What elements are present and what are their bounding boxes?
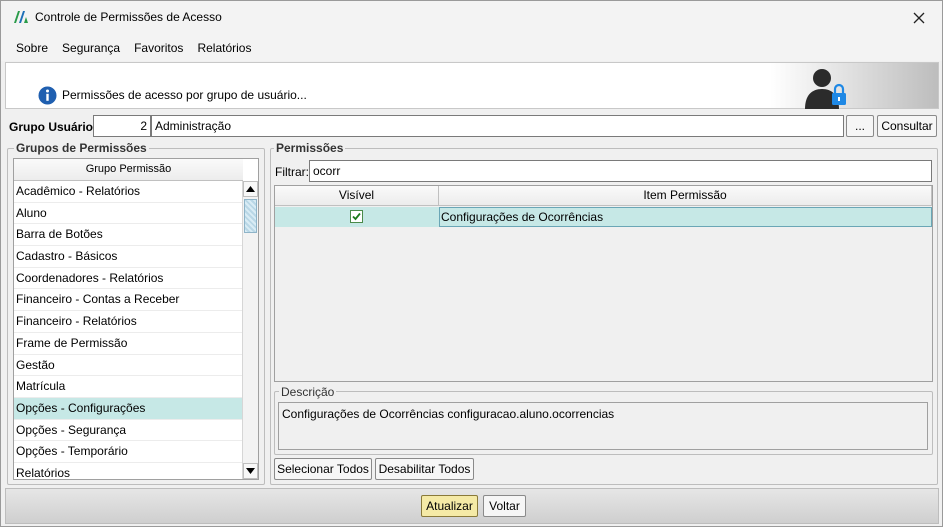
visivel-checkbox[interactable] bbox=[350, 210, 363, 223]
table-row[interactable]: Configurações de Ocorrências bbox=[275, 207, 932, 227]
atualizar-button[interactable]: Atualizar bbox=[421, 495, 478, 517]
list-item[interactable]: Opções - Temporário bbox=[14, 441, 243, 463]
filter-label: Filtrar: bbox=[275, 165, 309, 179]
grupos-legend: Grupos de Permissões bbox=[14, 141, 149, 155]
desabilitar-todos-button[interactable]: Desabilitar Todos bbox=[375, 458, 474, 480]
scroll-down-button[interactable] bbox=[243, 463, 258, 479]
header-banner: Permissões de acesso por grupo de usuári… bbox=[5, 62, 939, 109]
grupo-usuario-label: Grupo Usuário: bbox=[9, 120, 98, 134]
list-item[interactable]: Barra de Botões bbox=[14, 224, 243, 247]
column-header-item-permissao[interactable]: Item Permissão bbox=[439, 186, 932, 206]
selecionar-todos-button[interactable]: Selecionar Todos bbox=[274, 458, 372, 480]
filter-input[interactable]: ocorr bbox=[309, 160, 932, 182]
arrow-down-icon bbox=[246, 468, 255, 474]
list-item[interactable]: Opções - Configurações bbox=[14, 397, 243, 420]
item-permissao-cell[interactable]: Configurações de Ocorrências bbox=[439, 207, 932, 227]
menu-sobre[interactable]: Sobre bbox=[9, 41, 55, 55]
consultar-button[interactable]: Consultar bbox=[877, 115, 937, 137]
close-button[interactable] bbox=[896, 1, 942, 34]
list-item[interactable]: Matrícula bbox=[14, 376, 243, 398]
list-item[interactable]: Aluno bbox=[14, 203, 243, 225]
list-item[interactable]: Gestão bbox=[14, 355, 243, 377]
list-item[interactable]: Financeiro - Contas a Receber bbox=[14, 289, 243, 312]
info-icon bbox=[38, 86, 57, 105]
lookup-button[interactable]: ... bbox=[846, 115, 874, 137]
grupo-usuario-row: Grupo Usuário: 2 Administração ... Consu… bbox=[5, 114, 939, 138]
list-item[interactable]: Acadêmico - Relatórios bbox=[14, 181, 243, 203]
voltar-button[interactable]: Voltar bbox=[483, 495, 526, 517]
column-header-visivel[interactable]: Visível bbox=[275, 186, 439, 206]
menu-seguranca[interactable]: Segurança bbox=[55, 41, 127, 55]
list-item[interactable]: Frame de Permissão bbox=[14, 333, 243, 355]
menu-favoritos[interactable]: Favoritos bbox=[127, 41, 190, 55]
list-item[interactable]: Opções - Segurança bbox=[14, 420, 243, 442]
grupos-rows: Acadêmico - Relatórios Aluno Barra de Botõ… bbox=[14, 181, 243, 479]
descricao-text: Configurações de Ocorrências configuraca… bbox=[278, 402, 928, 450]
close-icon bbox=[913, 12, 925, 23]
scroll-up-button[interactable] bbox=[243, 181, 258, 197]
atualizar-label: Atualizar bbox=[426, 499, 473, 513]
menu-relatorios[interactable]: Relatórios bbox=[190, 41, 258, 55]
user-lock-icon bbox=[805, 69, 846, 109]
checkmark-icon bbox=[352, 212, 361, 221]
permissoes-legend: Permissões bbox=[274, 141, 346, 155]
descricao-legend: Descrição bbox=[279, 385, 337, 399]
title-bar: Controle de Permissões de Acesso bbox=[1, 1, 942, 34]
voltar-label: Voltar bbox=[489, 499, 520, 513]
list-item[interactable]: Relatórios bbox=[14, 463, 243, 479]
permissoes-grid: Visível Item Permissão Configurações de … bbox=[274, 185, 933, 382]
grupos-list: Grupo Permissão Acadêmico - Relatórios Al… bbox=[13, 158, 259, 480]
list-item[interactable]: Financeiro - Relatórios bbox=[14, 311, 243, 333]
grupos-column-header[interactable]: Grupo Permissão bbox=[14, 159, 243, 181]
grupos-scrollbar[interactable] bbox=[242, 181, 258, 479]
banner-text: Permissões de acesso por grupo de usuári… bbox=[62, 88, 307, 102]
menu-bar: Sobre Segurança Favoritos Relatórios bbox=[1, 34, 942, 61]
grupo-usuario-code-field[interactable]: 2 bbox=[93, 115, 151, 137]
app-logo-icon bbox=[14, 11, 28, 23]
list-item[interactable]: Cadastro - Básicos bbox=[14, 246, 243, 268]
window-title: Controle de Permissões de Acesso bbox=[35, 10, 222, 24]
list-item[interactable]: Coordenadores - Relatórios bbox=[14, 268, 243, 290]
scroll-thumb[interactable] bbox=[244, 199, 257, 233]
grupo-usuario-name-field[interactable]: Administração bbox=[151, 115, 844, 137]
arrow-up-icon bbox=[246, 186, 255, 192]
permissions-window: Controle de Permissões de Acesso Sobre S… bbox=[0, 0, 943, 527]
